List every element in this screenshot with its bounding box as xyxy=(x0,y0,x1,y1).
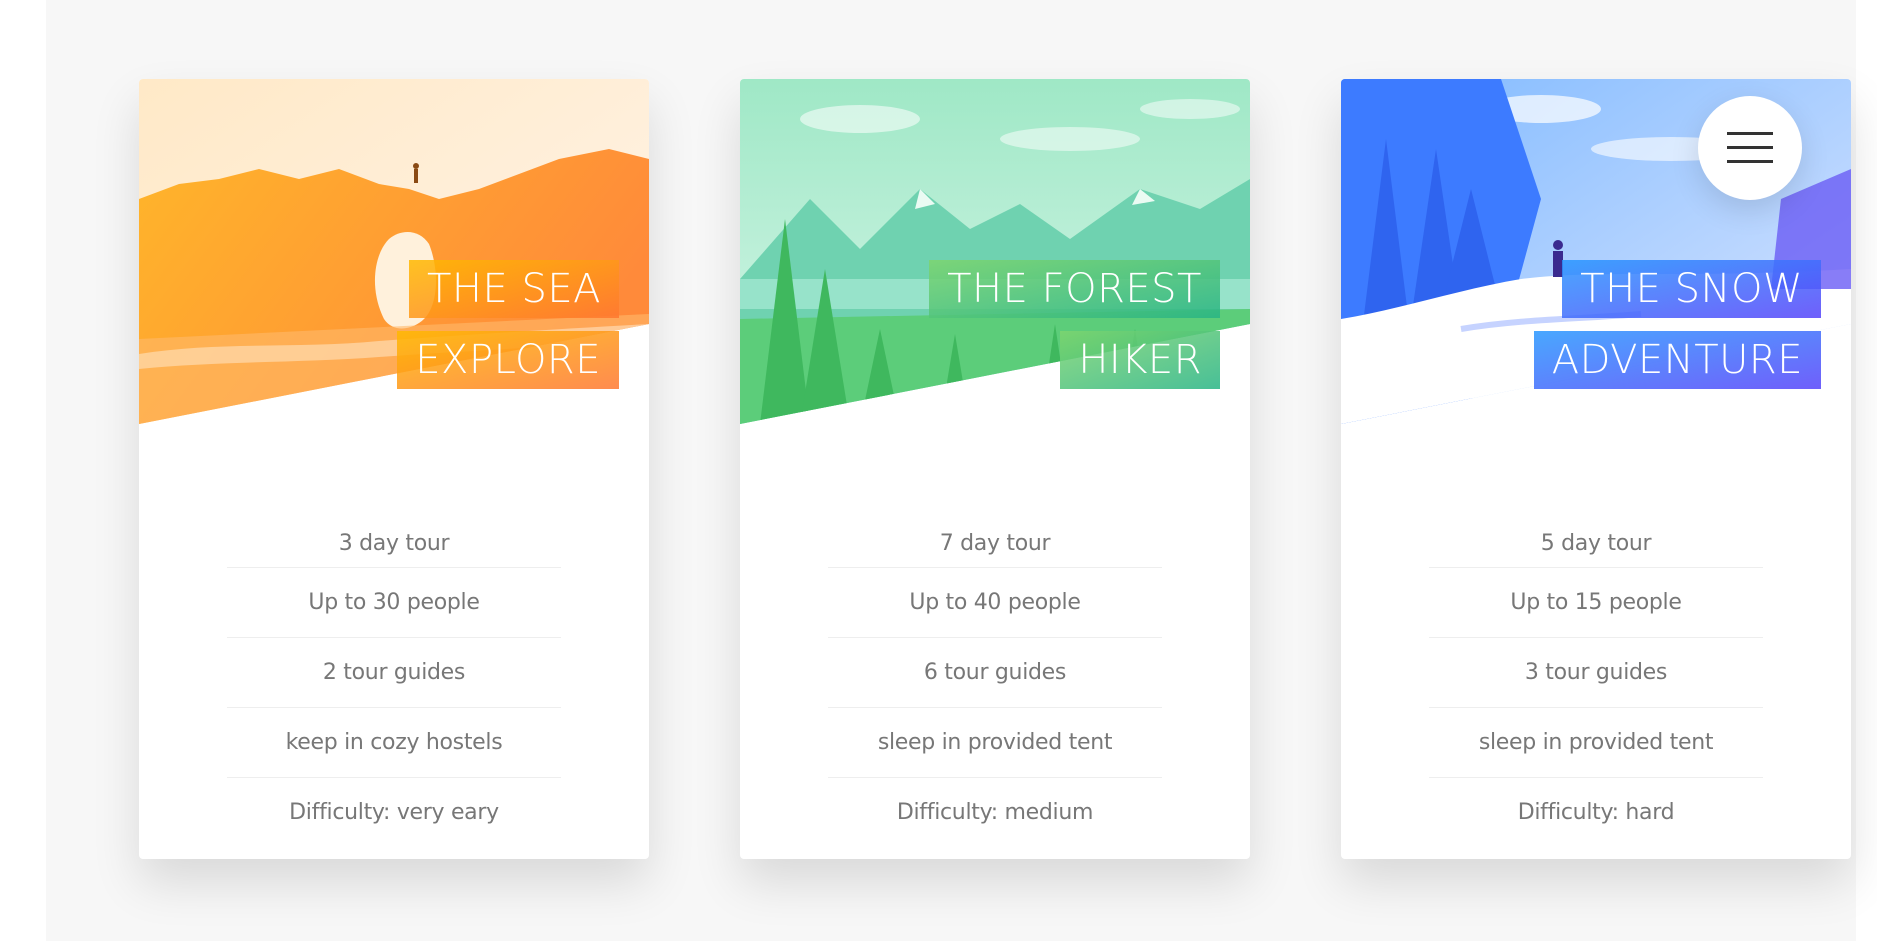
detail-group-size: Up to 40 people xyxy=(828,568,1162,638)
card-heading-line2: EXPLORE xyxy=(397,331,619,389)
card-heading-line2: HIKER xyxy=(1060,331,1220,389)
card-heading-line2: ADVENTURE xyxy=(1533,331,1821,389)
card-heading: THE SEA EXPLORE xyxy=(397,254,619,396)
card-details: 3 day tour Up to 30 people 2 tour guides… xyxy=(139,531,649,848)
card-details: 7 day tour Up to 40 people 6 tour guides… xyxy=(740,531,1250,848)
details-list: 7 day tour Up to 40 people 6 tour guides… xyxy=(828,520,1162,848)
card-heading: THE SNOW ADVENTURE xyxy=(1533,254,1821,396)
detail-difficulty: Difficulty: hard xyxy=(1517,800,1675,825)
hamburger-menu-icon-bar xyxy=(1727,160,1773,163)
detail-group-size: Up to 30 people xyxy=(227,568,561,638)
detail-tour-length: 5 day tour xyxy=(1429,520,1763,568)
detail-tour-guides: 6 tour guides xyxy=(828,638,1162,708)
hamburger-menu-icon xyxy=(1727,132,1773,135)
tour-card-snow[interactable]: THE SNOW ADVENTURE 5 day tour Up to 15 p… xyxy=(1341,79,1851,859)
hamburger-menu-icon-bar xyxy=(1727,146,1773,149)
card-details: 5 day tour Up to 15 people 3 tour guides… xyxy=(1341,531,1851,848)
detail-group-size: Up to 15 people xyxy=(1429,568,1763,638)
tour-card-forest[interactable]: THE FOREST HIKER 7 day tour Up to 40 peo… xyxy=(740,79,1250,859)
details-list: 3 day tour Up to 30 people 2 tour guides… xyxy=(227,520,561,848)
card-heading-line1: THE SEA xyxy=(408,260,619,318)
card-heading-line1: THE FOREST xyxy=(929,260,1220,318)
detail-difficulty: Difficulty: very eary xyxy=(289,800,499,825)
detail-accommodation: sleep in provided tent xyxy=(828,708,1162,778)
navigation-menu-button[interactable] xyxy=(1698,96,1802,200)
detail-difficulty: Difficulty: medium xyxy=(896,800,1094,825)
detail-accommodation: sleep in provided tent xyxy=(1429,708,1763,778)
card-heading: THE FOREST HIKER xyxy=(929,254,1220,396)
tour-card-sea[interactable]: THE SEA EXPLORE 3 day tour Up to 30 peop… xyxy=(139,79,649,859)
card-heading-line1: THE SNOW xyxy=(1562,260,1821,318)
tours-section: THE SEA EXPLORE 3 day tour Up to 30 peop… xyxy=(46,0,1856,941)
detail-accommodation: keep in cozy hostels xyxy=(227,708,561,778)
detail-tour-length: 3 day tour xyxy=(227,520,561,568)
detail-tour-length: 7 day tour xyxy=(828,520,1162,568)
detail-tour-guides: 2 tour guides xyxy=(227,638,561,708)
details-list: 5 day tour Up to 15 people 3 tour guides… xyxy=(1429,520,1763,848)
detail-tour-guides: 3 tour guides xyxy=(1429,638,1763,708)
